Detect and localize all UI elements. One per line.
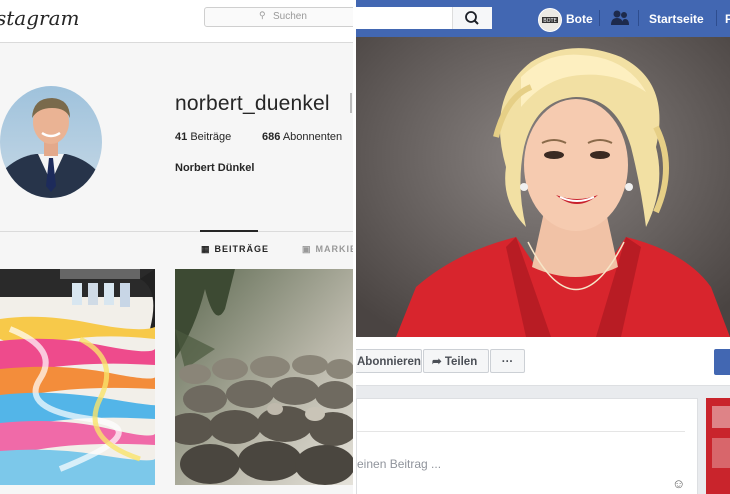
emoji-icon[interactable]: ☺ <box>672 476 685 491</box>
followers-count-stat[interactable]: 686 Abonnenten <box>262 131 342 143</box>
cover-photo[interactable] <box>356 37 730 337</box>
more-options-button[interactable]: ··· <box>490 349 525 373</box>
tabs-divider <box>0 231 353 232</box>
username: norbert_duenkel <box>175 92 330 115</box>
svg-text:BOTE: BOTE <box>543 18 557 24</box>
composer-divider <box>357 431 685 432</box>
tab-tagged-label: MARKIE <box>315 244 353 254</box>
subscribe-label: Abonnieren <box>357 356 421 368</box>
facebook-top-bar: BOTE Bote Startseite F <box>356 0 730 37</box>
instagram-top-bar: stagram ⚲ Suchen <box>0 0 353 43</box>
nav-home[interactable]: Startseite <box>649 12 704 26</box>
search-input[interactable] <box>356 7 492 29</box>
search-placeholder: Suchen <box>273 11 307 22</box>
facebook-page-panel: BOTE Bote Startseite F Abonnieren ➦ Teil… <box>356 0 730 494</box>
posts-label: Beiträge <box>190 131 232 143</box>
search-button[interactable] <box>452 7 492 29</box>
follow-button-edge[interactable] <box>350 93 352 113</box>
profile-avatar[interactable]: BOTE <box>538 8 562 32</box>
instagram-logo[interactable]: stagram <box>0 6 79 30</box>
tag-icon: ▣ <box>302 244 312 254</box>
tab-posts[interactable]: ▦ BEITRÄGE <box>201 244 269 255</box>
followers-count: 686 <box>262 131 281 143</box>
search-input[interactable]: ⚲ Suchen <box>204 7 353 27</box>
share-button[interactable]: ➦ Teilen <box>423 349 489 373</box>
active-tab-indicator <box>200 230 258 232</box>
avatar[interactable] <box>0 86 102 198</box>
friend-requests-icon[interactable] <box>610 9 630 27</box>
share-icon: ➦ <box>432 356 442 368</box>
nav-separator <box>638 10 639 26</box>
posts-count-stat[interactable]: 41 Beiträge <box>175 131 231 143</box>
full-name: Norbert Dünkel <box>175 162 255 174</box>
profile-name-link[interactable]: Bote <box>566 12 593 26</box>
instagram-profile-panel: stagram ⚲ Suchen norbert_duenkel 41 Beit… <box>0 0 353 494</box>
post-thumbnail-sheep[interactable] <box>175 269 353 485</box>
tab-tagged[interactable]: ▣ MARKIE <box>302 244 353 255</box>
posts-count: 41 <box>175 131 188 143</box>
more-icon: ··· <box>501 356 514 368</box>
nav-item-cut[interactable]: F <box>725 12 730 26</box>
page-action-bar: Abonnieren ➦ Teilen ··· <box>356 337 730 386</box>
grid-icon: ▦ <box>201 244 211 254</box>
post-composer[interactable]: einen Beitrag ... ☺ <box>356 398 698 494</box>
composer-placeholder: einen Beitrag ... <box>357 457 442 471</box>
nav-separator <box>716 10 717 26</box>
search-icon: ⚲ <box>259 10 266 20</box>
primary-action-button[interactable] <box>714 349 730 375</box>
subscribe-button[interactable]: Abonnieren <box>356 349 422 373</box>
tab-posts-label: BEITRÄGE <box>214 244 270 254</box>
search-icon <box>465 11 479 25</box>
share-label: Teilen <box>444 356 478 368</box>
followers-label: Abonnenten <box>282 131 343 143</box>
sidebar-ad-thumbnail[interactable] <box>706 398 730 494</box>
post-thumbnail-painting[interactable] <box>0 269 155 485</box>
nav-separator <box>599 10 600 26</box>
